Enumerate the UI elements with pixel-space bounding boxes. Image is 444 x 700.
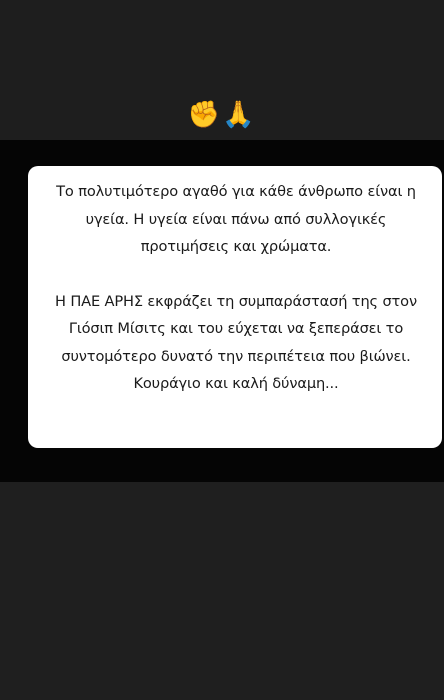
statement-card: Το πολυτιμότερο αγαθό για κάθε άνθρωπο ε… bbox=[28, 166, 442, 448]
statement-paragraph-1: Το πολυτιμότερο αγαθό για κάθε άνθρωπο ε… bbox=[56, 183, 416, 255]
story-view[interactable]: ✊🙏 Το πολυτιμότερο αγαθό για κάθε άνθρωπ… bbox=[0, 0, 444, 700]
statement-paragraph-2: Η ΠΑΕ ΑΡΗΣ εκφράζει τη συμπαράστασή της … bbox=[55, 292, 417, 393]
reaction-emojis: ✊🙏 bbox=[187, 100, 257, 130]
story-bottom-area bbox=[0, 482, 444, 700]
